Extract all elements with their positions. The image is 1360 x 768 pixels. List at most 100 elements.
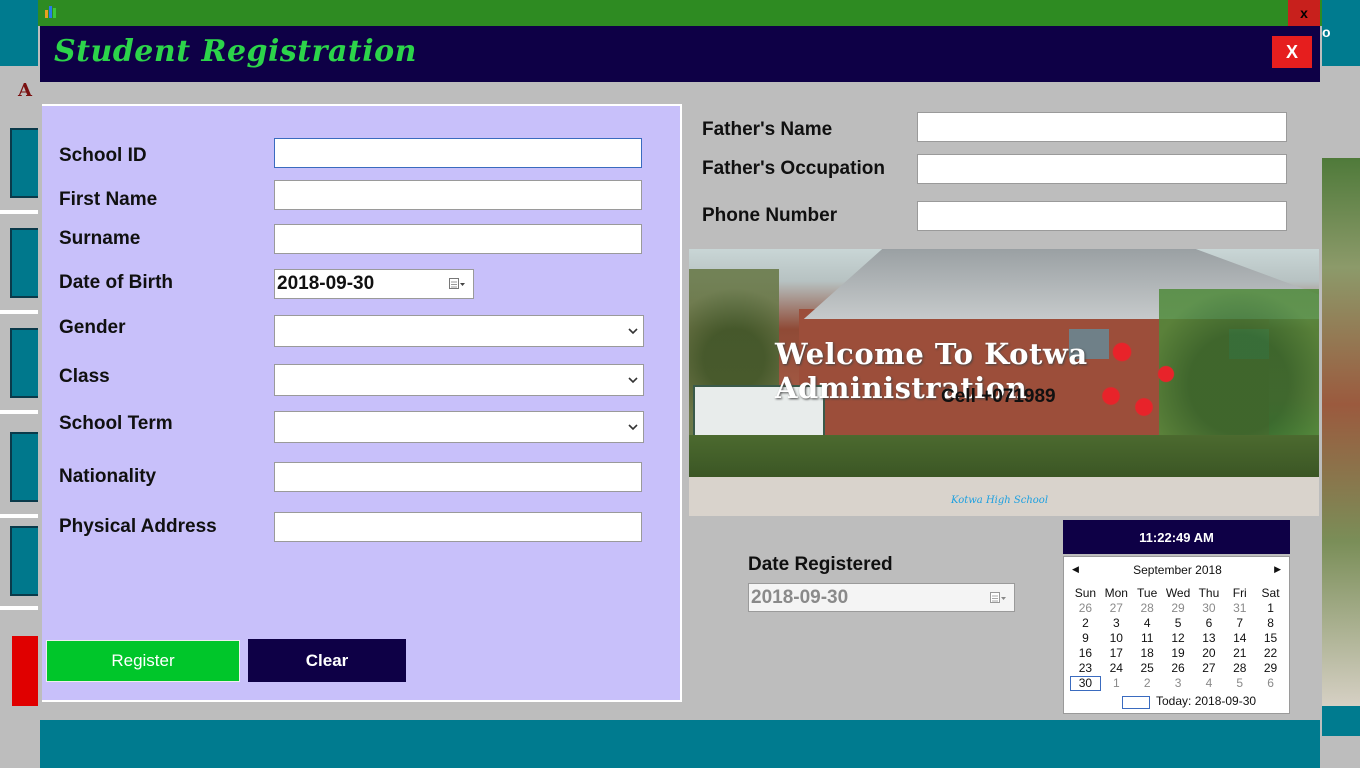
- calendar-week-row: 9 10 11 12 13 14 15: [1070, 631, 1286, 646]
- school-id-label: School ID: [59, 145, 147, 166]
- calendar-day[interactable]: 15: [1255, 631, 1286, 646]
- calendar-day[interactable]: 28: [1132, 601, 1163, 616]
- background-tile[interactable]: [10, 228, 40, 298]
- calendar-day[interactable]: 31: [1224, 601, 1255, 616]
- calendar-day[interactable]: 27: [1194, 661, 1225, 676]
- physical-address-label: Physical Address: [59, 516, 217, 537]
- calendar-day[interactable]: 6: [1194, 616, 1225, 631]
- calendar-day[interactable]: 8: [1255, 616, 1286, 631]
- calendar-grid: Sun Mon Tue Wed Thu Fri Sat 26 27 28 29 …: [1070, 586, 1286, 691]
- calendar-day[interactable]: 5: [1224, 676, 1255, 691]
- calendar-day[interactable]: 1: [1101, 676, 1132, 691]
- background-divider: [0, 310, 40, 314]
- calendar-day[interactable]: 3: [1101, 616, 1132, 631]
- calendar-day[interactable]: 19: [1163, 646, 1194, 661]
- calendar-day[interactable]: 26: [1163, 661, 1194, 676]
- background-divider: [0, 210, 40, 214]
- school-id-input[interactable]: [274, 138, 642, 168]
- calendar-week-row: 30 1 2 3 4 5 6: [1070, 676, 1286, 691]
- calendar-dropdown-icon[interactable]: [449, 278, 465, 290]
- surname-input[interactable]: [274, 224, 642, 254]
- calendar-dropdown-icon[interactable]: [990, 592, 1006, 604]
- today-marker: [1122, 696, 1150, 709]
- school-term-select[interactable]: [274, 411, 644, 443]
- weekday-label: Thu: [1198, 586, 1220, 600]
- clear-button[interactable]: Clear: [248, 639, 406, 682]
- window-titlebar[interactable]: x: [38, 0, 1322, 26]
- banner-hedge: [689, 435, 1319, 479]
- close-button[interactable]: X: [1272, 36, 1312, 68]
- dob-value: 2018-09-30: [277, 273, 375, 294]
- calendar-week-row: 26 27 28 29 30 31 1: [1070, 601, 1286, 616]
- calendar-day[interactable]: 23: [1070, 661, 1101, 676]
- calendar-day[interactable]: 25: [1132, 661, 1163, 676]
- background-red-tile[interactable]: [12, 636, 40, 706]
- father-name-label: Father's Name: [702, 119, 833, 140]
- calendar-day[interactable]: 30: [1194, 601, 1225, 616]
- calendar-day[interactable]: 26: [1070, 601, 1101, 616]
- background-divider: [0, 606, 40, 610]
- background-tile[interactable]: [10, 128, 40, 198]
- nationality-input[interactable]: [274, 462, 642, 492]
- month-calendar[interactable]: ◀ September 2018 ▶ Sun Mon Tue Wed Thu F…: [1063, 556, 1290, 714]
- app-icon: [45, 6, 57, 18]
- calendar-day[interactable]: 18: [1132, 646, 1163, 661]
- father-name-input[interactable]: [917, 112, 1287, 142]
- calendar-next-icon[interactable]: ▶: [1274, 564, 1281, 575]
- background-bottombar: [40, 720, 1320, 768]
- calendar-day[interactable]: 9: [1070, 631, 1101, 646]
- calendar-day[interactable]: 1: [1255, 601, 1286, 616]
- weekday-label: Fri: [1232, 586, 1247, 600]
- first-name-input[interactable]: [274, 180, 642, 210]
- calendar-day[interactable]: 13: [1194, 631, 1225, 646]
- calendar-day[interactable]: 7: [1224, 616, 1255, 631]
- phone-number-input[interactable]: [917, 201, 1287, 231]
- background-tile[interactable]: [10, 526, 40, 596]
- background-tile[interactable]: [10, 432, 40, 502]
- calendar-day[interactable]: 22: [1255, 646, 1286, 661]
- clock-display: 11:22:49 AM: [1063, 520, 1290, 554]
- calendar-day[interactable]: 17: [1101, 646, 1132, 661]
- calendar-day[interactable]: 10: [1101, 631, 1132, 646]
- calendar-day-selected[interactable]: 30: [1070, 676, 1101, 691]
- class-label: Class: [59, 366, 110, 387]
- father-occupation-input[interactable]: [917, 154, 1287, 184]
- dob-datepicker[interactable]: 2018-09-30: [274, 269, 474, 299]
- background-photo: [1322, 158, 1360, 706]
- calendar-day[interactable]: 6: [1255, 676, 1286, 691]
- calendar-day[interactable]: 4: [1194, 676, 1225, 691]
- weekday-label: Sat: [1261, 586, 1280, 600]
- calendar-day[interactable]: 24: [1101, 661, 1132, 676]
- calendar-day[interactable]: 11: [1132, 631, 1163, 646]
- background-tile[interactable]: [10, 328, 40, 398]
- calendar-day[interactable]: 3: [1163, 676, 1194, 691]
- calendar-day[interactable]: 5: [1163, 616, 1194, 631]
- physical-address-input[interactable]: [274, 512, 642, 542]
- calendar-day[interactable]: 14: [1224, 631, 1255, 646]
- calendar-day[interactable]: 29: [1163, 601, 1194, 616]
- background-text: o: [1322, 24, 1331, 40]
- school-term-label: School Term: [59, 413, 173, 434]
- calendar-day[interactable]: 4: [1132, 616, 1163, 631]
- calendar-day[interactable]: 12: [1163, 631, 1194, 646]
- date-registered-picker[interactable]: 2018-09-30: [748, 583, 1015, 612]
- calendar-month-title[interactable]: September 2018: [1064, 563, 1291, 579]
- calendar-today-link[interactable]: Today: 2018-09-30: [1156, 694, 1256, 708]
- gender-select[interactable]: [274, 315, 644, 347]
- calendar-day[interactable]: 29: [1255, 661, 1286, 676]
- calendar-day[interactable]: 2: [1070, 616, 1101, 631]
- calendar-day[interactable]: 28: [1224, 661, 1255, 676]
- cell-number: Cell +071989: [941, 386, 1056, 407]
- register-button[interactable]: Register: [46, 640, 240, 682]
- class-select[interactable]: [274, 364, 644, 396]
- calendar-day[interactable]: 20: [1194, 646, 1225, 661]
- calendar-day[interactable]: 21: [1224, 646, 1255, 661]
- dob-label: Date of Birth: [59, 272, 173, 293]
- calendar-week-row: 2 3 4 5 6 7 8: [1070, 616, 1286, 631]
- calendar-day[interactable]: 16: [1070, 646, 1101, 661]
- calendar-day[interactable]: 27: [1101, 601, 1132, 616]
- background-divider: [0, 514, 40, 518]
- weekday-label: Wed: [1165, 586, 1191, 600]
- calendar-day[interactable]: 2: [1132, 676, 1163, 691]
- window-close-button[interactable]: x: [1288, 0, 1320, 26]
